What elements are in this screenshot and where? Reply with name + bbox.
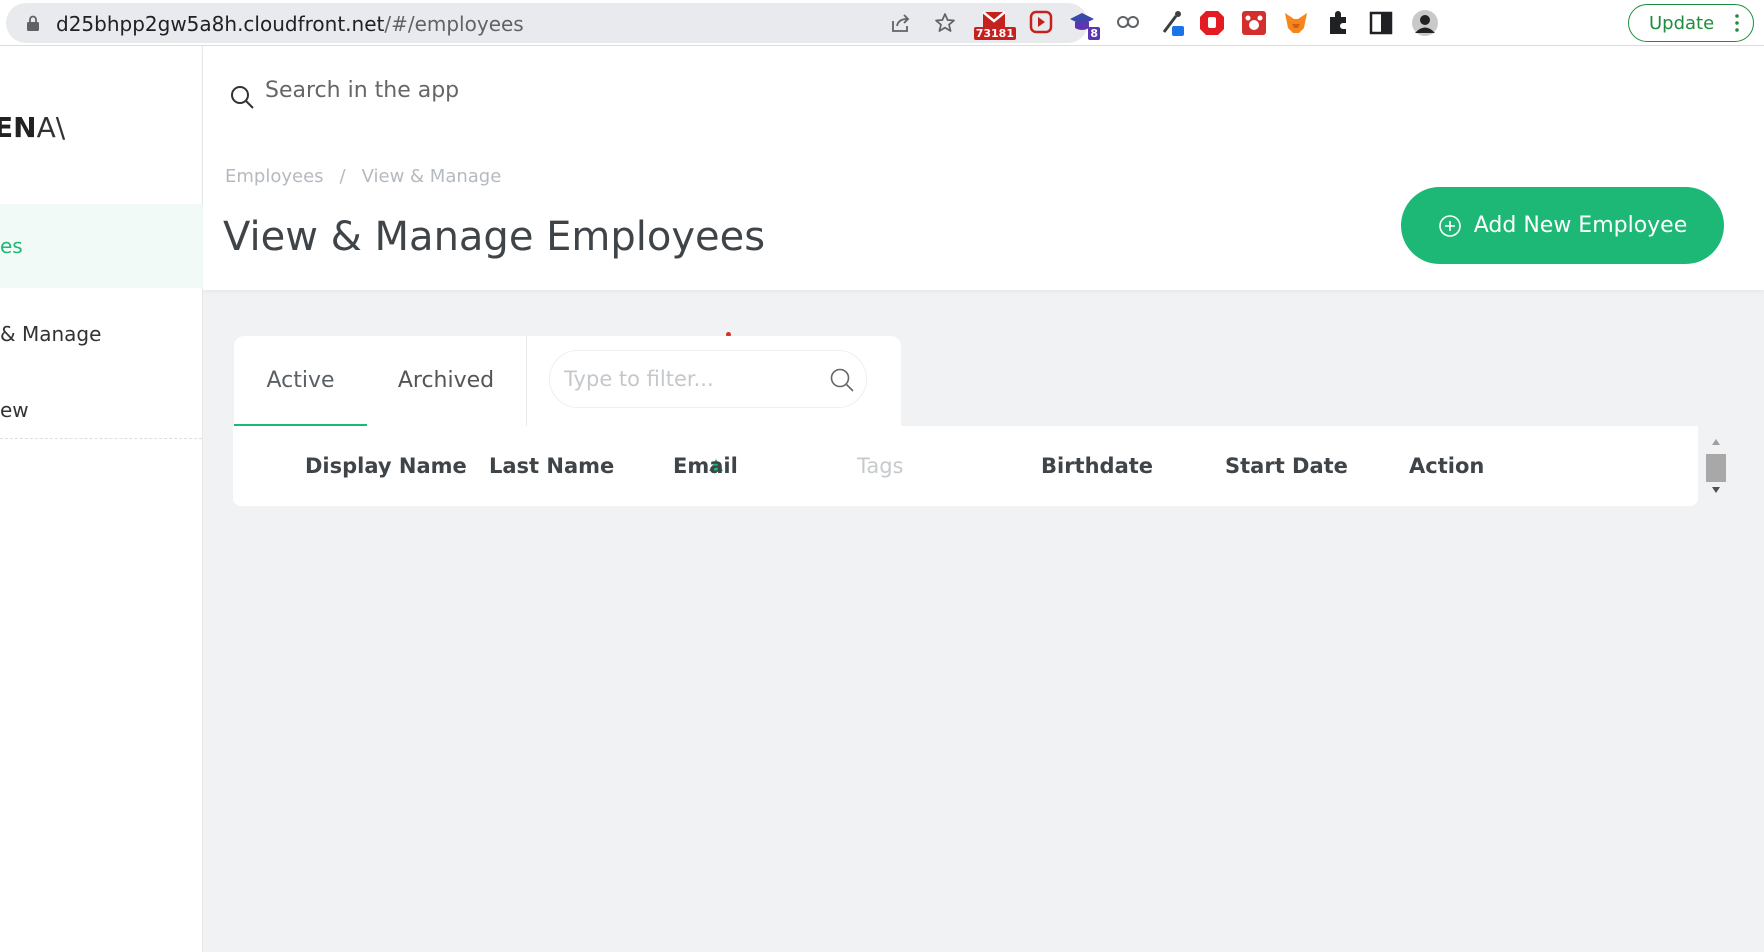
- gmail-badge: 73181: [973, 27, 1016, 40]
- scroll-thumb[interactable]: [1706, 454, 1726, 482]
- sidebar-divider: [0, 438, 202, 439]
- sidebar: ENA\ es & Manage ew: [0, 46, 203, 952]
- app-search-input[interactable]: [265, 78, 765, 103]
- browser-toolbar: d25bhpp2gw5a8h.cloudfront.net/#/employee…: [0, 0, 1764, 46]
- update-button[interactable]: Update: [1628, 4, 1754, 42]
- column-birthdate[interactable]: Birthdate: [1041, 426, 1153, 506]
- column-display-name[interactable]: Display Name: [305, 426, 467, 506]
- breadcrumb-separator: /: [339, 166, 346, 187]
- column-email[interactable]: Email: [673, 426, 738, 506]
- column-last-name[interactable]: Last Name: [489, 426, 614, 506]
- update-label: Update: [1649, 12, 1715, 34]
- breadcrumb: Employees / View & Manage: [225, 166, 501, 187]
- tab-archived[interactable]: Archived: [367, 336, 525, 426]
- add-new-employee-button[interactable]: Add New Employee: [1401, 187, 1724, 264]
- sidebar-item-view-manage[interactable]: & Manage: [0, 314, 203, 354]
- profile-avatar[interactable]: [1410, 8, 1438, 38]
- tab-active[interactable]: Active: [234, 336, 367, 426]
- video-extension-icon[interactable]: [1028, 8, 1056, 38]
- column-tags: Tags: [857, 454, 904, 478]
- side-panel-icon[interactable]: [1368, 8, 1396, 38]
- lock-icon: [27, 15, 39, 31]
- paw-extension-icon[interactable]: [1240, 8, 1268, 38]
- column-start-date[interactable]: Start Date: [1225, 426, 1348, 506]
- gmail-extension-icon[interactable]: 73181: [973, 8, 1016, 40]
- extensions-puzzle-icon[interactable]: [1324, 8, 1352, 38]
- breadcrumb-employees[interactable]: Employees: [225, 166, 324, 187]
- column-action: Action: [1409, 454, 1485, 478]
- link-extension-icon[interactable]: [1114, 8, 1142, 38]
- extension-badge: 8: [1088, 27, 1100, 40]
- address-bar[interactable]: d25bhpp2gw5a8h.cloudfront.net/#/employee…: [6, 3, 1088, 43]
- page-title: View & Manage Employees: [223, 214, 766, 260]
- filter-panel: [527, 336, 901, 426]
- bookmark-star-icon[interactable]: [934, 12, 956, 34]
- table-scrollbar[interactable]: [1706, 432, 1726, 496]
- tabs: Active Archived: [234, 336, 526, 426]
- url-text: d25bhpp2gw5a8h.cloudfront.net/#/employee…: [56, 12, 524, 36]
- app-logo[interactable]: ENA\: [0, 111, 65, 144]
- adblock-extension-icon[interactable]: [1198, 8, 1226, 38]
- filter-search-icon[interactable]: [829, 367, 855, 393]
- sidebar-item-employees[interactable]: es: [0, 204, 203, 288]
- main-content: Employees / View & Manage View & Manage Em…: [203, 46, 1764, 952]
- filter-input[interactable]: [549, 350, 867, 408]
- breadcrumb-view-manage: View & Manage: [361, 166, 502, 187]
- scroll-down-icon[interactable]: [1711, 486, 1721, 494]
- scroll-up-icon[interactable]: [1711, 438, 1721, 446]
- sidebar-item-new[interactable]: ew: [0, 390, 203, 430]
- metamask-extension-icon[interactable]: [1282, 8, 1310, 38]
- graduation-extension-icon[interactable]: 8: [1068, 8, 1100, 40]
- plus-circle-icon: [1438, 214, 1461, 237]
- search-icon: [231, 86, 254, 109]
- page-header: Employees / View & Manage View & Manage Em…: [203, 46, 1764, 290]
- more-vert-icon: [1735, 14, 1739, 32]
- employees-table: Display Name Last Name Email Tags Birthd…: [233, 426, 1698, 506]
- share-icon[interactable]: [890, 12, 912, 34]
- eyedropper-extension-icon[interactable]: [1158, 8, 1186, 38]
- add-new-employee-label: Add New Employee: [1473, 213, 1688, 238]
